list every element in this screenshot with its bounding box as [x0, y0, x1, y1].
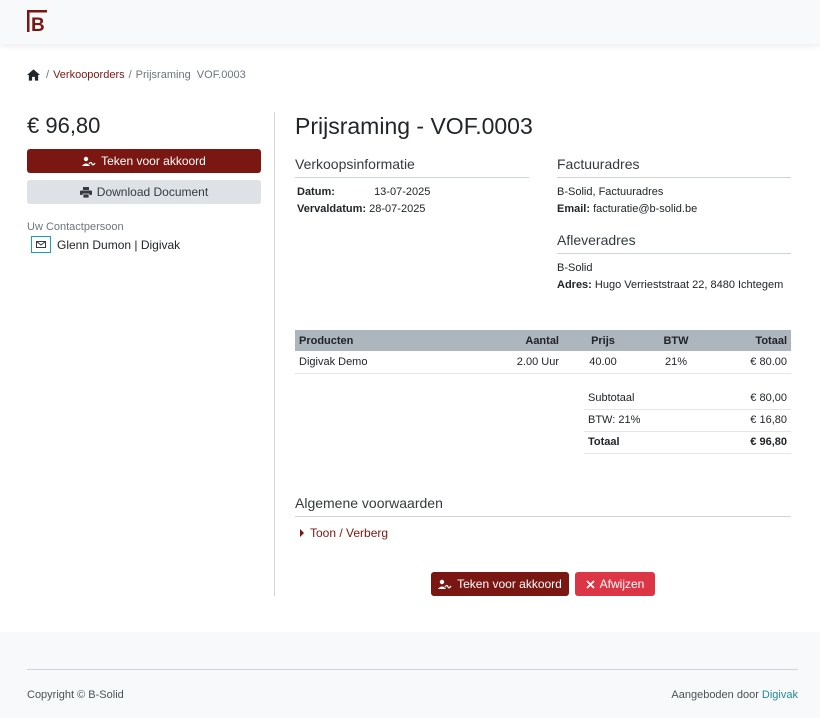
close-icon — [586, 579, 595, 589]
print-icon — [79, 186, 92, 198]
reject-button[interactable]: Afwijzen — [575, 572, 655, 596]
cell-vat: 21% — [643, 351, 709, 374]
col-header-total: Totaal — [709, 330, 791, 351]
sales-info: Verkoopsinformatie Datum: 13-07-2025 Ver… — [295, 156, 529, 218]
cell-quantity: 2.00 Uur — [483, 351, 563, 374]
download-button-label: Download Document — [96, 185, 209, 199]
terms-heading: Algemene voorwaarden — [295, 495, 791, 517]
col-header-products: Producten — [295, 330, 483, 351]
delivery-address-value: Hugo Verrieststraat 22, 8480 Ichtegem — [594, 279, 784, 291]
due-date-label: Vervaldatum: — [297, 203, 367, 215]
sign-button-label: Teken voor akkoord — [101, 154, 206, 168]
vertical-divider — [274, 112, 275, 596]
breadcrumb-separator: / — [46, 69, 50, 81]
billing-email-row: Email: facturatie@b-solid.be — [557, 201, 791, 218]
due-date-row: Vervaldatum: 28-07-2025 — [297, 201, 529, 218]
billing-line: B-Solid, Factuuradres — [557, 186, 664, 198]
envelope-icon[interactable] — [31, 236, 51, 253]
products-table: Producten Aantal Prijs BTW Totaal Digiva… — [295, 330, 791, 374]
col-header-vat: BTW — [643, 330, 709, 351]
price-total: € 96,80 — [27, 113, 101, 138]
signature-icon — [438, 579, 452, 589]
sales-info-heading: Verkoopsinformatie — [295, 156, 529, 178]
delivery-address-row: Adres: Hugo Verrieststraat 22, 8480 Icht… — [557, 277, 791, 294]
totals-table: Subtotaal € 80,00 BTW: 21% € 16,80 Totaa… — [584, 387, 791, 454]
breadcrumb-current: Prijsraming VOF.0003 — [135, 69, 246, 81]
download-document-button[interactable]: Download Document — [27, 180, 261, 204]
cell-price: 40.00 — [563, 351, 643, 374]
date-label: Datum: — [297, 186, 335, 198]
accept-button-label: Teken voor akkoord — [457, 577, 562, 591]
home-icon[interactable] — [27, 69, 40, 81]
offered-by-label: Aangeboden door — [671, 689, 759, 701]
page-title: Prijsraming - VOF.0003 — [295, 113, 533, 139]
date-row: Datum: 13-07-2025 — [297, 184, 529, 201]
cell-total: € 80.00 — [709, 351, 791, 374]
total-label: Totaal — [584, 431, 703, 454]
delivery-address: B-Solid Adres: Hugo Verrieststraat 22, 8… — [557, 260, 791, 294]
col-header-quantity: Aantal — [483, 330, 563, 351]
offered-by: Aangeboden door Digivak — [671, 689, 798, 701]
breadcrumb: / Verkooporders / Prijsraming VOF.0003 — [27, 69, 246, 81]
date-value: 13-07-2025 — [374, 186, 431, 198]
digivak-link[interactable]: Digivak — [762, 689, 798, 701]
caret-right-icon — [300, 529, 304, 537]
b-solid-logo[interactable]: B — [27, 10, 49, 32]
footer: Copyright © B-Solid Aangeboden door Digi… — [0, 632, 820, 718]
quote-details: Prijsraming - VOF.0003 Verkoopsinformati… — [295, 112, 791, 540]
subtotal-value: € 80,00 — [702, 387, 791, 410]
billing-email-value: facturatie@b-solid.be — [593, 203, 698, 215]
vat-row: BTW: 21% € 16,80 — [584, 409, 791, 432]
breadcrumb-separator: / — [128, 69, 132, 81]
signature-icon — [82, 156, 96, 166]
terms-section: Algemene voorwaarden Toon / Verberg — [295, 495, 791, 540]
sign-button[interactable]: Teken voor akkoord — [27, 149, 261, 173]
subtotal-row: Subtotaal € 80,00 — [584, 387, 791, 410]
delivery-address-label: Adres: — [557, 279, 592, 291]
terms-toggle-label: Toon / Verberg — [310, 526, 389, 540]
total-row: Totaal € 96,80 — [584, 431, 791, 454]
contact-person-name: Glenn Dumon | Digivak — [57, 237, 181, 252]
reject-button-label: Afwijzen — [599, 577, 645, 591]
terms-toggle[interactable]: Toon / Verberg — [295, 526, 791, 540]
col-header-price: Prijs — [563, 330, 643, 351]
breadcrumb-link-verkooporders[interactable]: Verkooporders — [53, 69, 125, 81]
accept-button[interactable]: Teken voor akkoord — [431, 572, 569, 596]
products-header-row: Producten Aantal Prijs BTW Totaal — [295, 330, 791, 351]
sidebar: € 96,80 Teken voor akkoord Download Docu… — [27, 112, 261, 253]
cell-product: Digivak Demo — [295, 351, 483, 374]
vat-value: € 16,80 — [702, 409, 791, 432]
due-date-value: 28-07-2025 — [369, 203, 426, 215]
billing-address: Factuuradres B-Solid, Factuuradres Email… — [557, 156, 791, 294]
svg-text:B: B — [31, 15, 45, 32]
action-buttons: Teken voor akkoord Afwijzen — [431, 572, 655, 596]
billing-address-heading: Factuuradres — [557, 156, 791, 178]
contact-person-label: Uw Contactpersoon — [27, 221, 124, 233]
top-navbar: B — [0, 0, 820, 44]
delivery-line: B-Solid — [557, 262, 593, 274]
billing-email-label: Email: — [557, 203, 591, 215]
delivery-address-heading: Afleveradres — [557, 232, 791, 254]
total-value: € 96,80 — [702, 431, 791, 454]
footer-divider — [27, 669, 798, 670]
subtotal-label: Subtotaal — [584, 387, 703, 410]
contact-person: Glenn Dumon | Digivak — [27, 236, 261, 253]
copyright: Copyright © B-Solid — [27, 689, 124, 701]
vat-label: BTW: 21% — [584, 409, 703, 432]
table-row: Digivak Demo 2.00 Uur 40.00 21% € 80.00 — [295, 351, 791, 374]
